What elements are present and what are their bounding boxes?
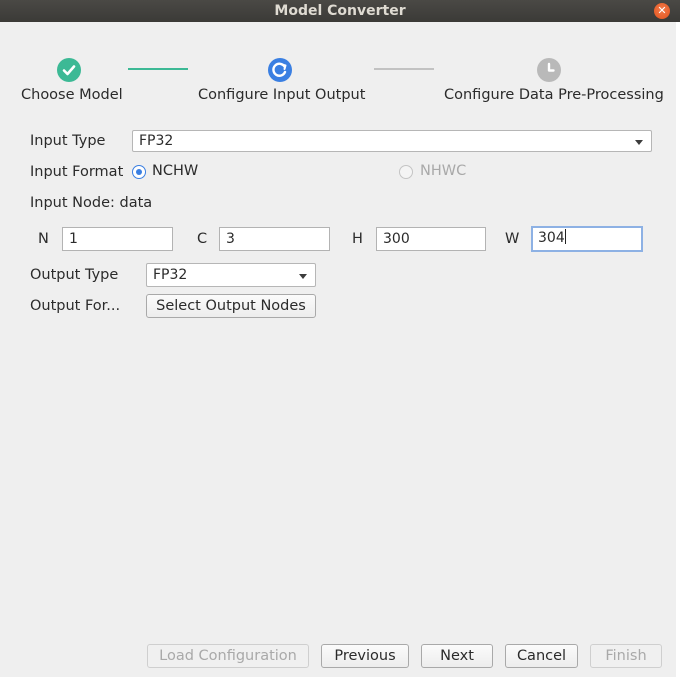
output-type-value: FP32: [153, 267, 188, 283]
chevron-down-icon: [299, 274, 307, 279]
dim-c-input[interactable]: 3: [219, 227, 330, 251]
step-connector-2: [374, 68, 434, 70]
input-node-label: Input Node: data: [30, 195, 153, 211]
dim-n-value: 1: [69, 231, 78, 247]
step-label-choose-model: Choose Model: [21, 87, 123, 103]
radio-nhwc-label[interactable]: NHWC: [420, 163, 466, 179]
output-format-label: Output For...: [30, 298, 121, 314]
chevron-down-icon: [635, 140, 643, 145]
dim-c-label: C: [197, 231, 208, 247]
dim-h-value: 300: [383, 231, 410, 247]
finish-button[interactable]: Finish: [590, 644, 662, 668]
title-bar: Model Converter ✕: [0, 0, 680, 22]
window-edge: [676, 22, 680, 677]
refresh-icon: [268, 58, 292, 82]
dim-h-input[interactable]: 300: [376, 227, 486, 251]
input-type-select[interactable]: FP32: [132, 130, 652, 152]
step-connector-1: [128, 68, 188, 70]
radio-nhwc[interactable]: [399, 165, 413, 179]
step-label-configure-preprocessing: Configure Data Pre-Processing: [444, 87, 664, 103]
close-icon: ✕: [657, 4, 667, 17]
close-button[interactable]: ✕: [654, 3, 670, 19]
dim-h-label: H: [352, 231, 363, 247]
previous-button[interactable]: Previous: [321, 644, 409, 668]
check-icon: [57, 58, 81, 82]
dim-c-value: 3: [226, 231, 235, 247]
window-title: Model Converter: [274, 3, 406, 19]
input-format-label: Input Format: [30, 164, 124, 180]
input-type-label: Input Type: [30, 133, 106, 149]
text-caret: [564, 229, 566, 244]
dim-n-label: N: [38, 231, 49, 247]
dim-w-label: W: [505, 231, 520, 247]
output-type-label: Output Type: [30, 267, 119, 283]
load-configuration-button[interactable]: Load Configuration: [147, 644, 309, 668]
next-button[interactable]: Next: [421, 644, 493, 668]
select-output-nodes-button[interactable]: Select Output Nodes: [146, 294, 316, 318]
input-type-value: FP32: [139, 133, 174, 149]
radio-nchw[interactable]: [132, 165, 146, 179]
cancel-button[interactable]: Cancel: [505, 644, 578, 668]
dim-w-input[interactable]: 304: [531, 226, 643, 252]
clock-icon: [537, 58, 561, 82]
radio-nchw-label[interactable]: NCHW: [152, 163, 198, 179]
output-type-select[interactable]: FP32: [146, 263, 316, 287]
step-label-configure-input-output: Configure Input Output: [198, 87, 366, 103]
dim-w-value: 304: [538, 230, 565, 246]
dim-n-input[interactable]: 1: [62, 227, 173, 251]
